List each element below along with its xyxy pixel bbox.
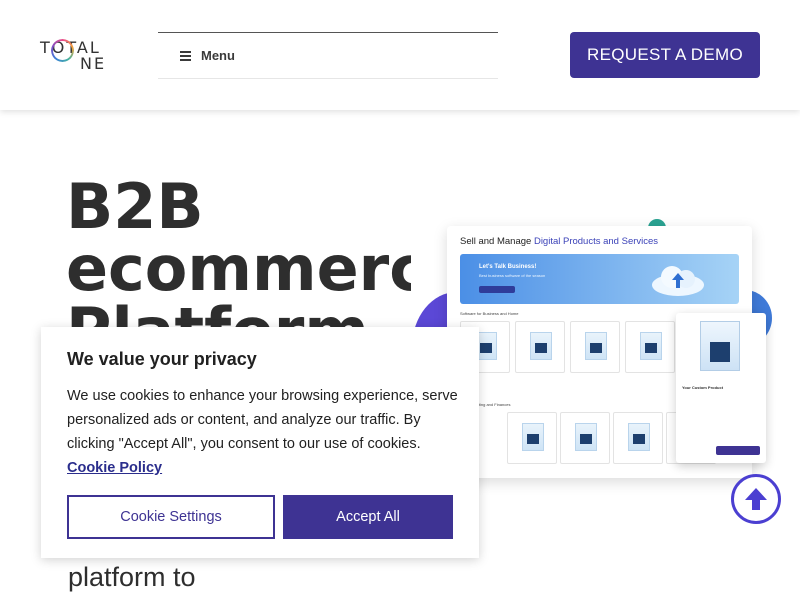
cookie-policy-link[interactable]: Cookie Policy [67,460,162,476]
hero-subtitle: platform to [68,562,196,592]
cookie-title: We value your privacy [67,349,257,369]
mockup-banner-sub: Best business software of the season [479,273,546,278]
hamburger-icon [180,51,191,61]
cookie-body-text: We use cookies to enhance your browsing … [67,388,458,452]
arrow-up-icon [745,488,767,510]
cloud-upload-icon [652,266,704,296]
mockup-product-card [625,321,675,373]
hero-title-line: ecommerce [66,232,411,305]
cookie-consent-banner: We value your privacy We use cookies to … [41,327,479,558]
logo-line2: NE [80,54,107,73]
cookie-body: We use cookies to enhance your browsing … [67,384,462,480]
request-demo-button[interactable]: REQUEST A DEMO [570,32,760,78]
mockup-row1-label: Software for Business and Home [460,311,519,316]
mockup-product-card [570,321,620,373]
scroll-to-top-button[interactable] [731,474,781,524]
mockup-popup-title: Your Custom Product [682,385,724,390]
mockup-product-card [613,412,663,464]
cookie-settings-button[interactable]: Cookie Settings [67,495,275,539]
mockup-product-box [700,321,740,371]
mockup-banner-heading: Let's Talk Business! [479,264,537,270]
mockup-banner: Let's Talk Business! Best business softw… [460,254,739,304]
mockup-product-card [507,412,557,464]
mockup-product-card [515,321,565,373]
mockup-product-popup: Your Custom Product [676,313,766,463]
logo-ring-icon [51,39,74,62]
mockup-banner-button [479,286,515,293]
accept-all-button[interactable]: Accept All [283,495,453,539]
mockup-title: Sell and Manage Digital Products and Ser… [460,236,659,247]
menu-toggle[interactable]: Menu [158,32,498,79]
logo[interactable]: TOTAL NE [40,38,115,73]
menu-label: Menu [201,48,235,63]
hero-title-line: B2B [66,176,204,243]
mockup-popup-button [716,446,760,455]
site-header: TOTAL NE Menu REQUEST A DEMO [0,0,800,110]
mockup-product-card [560,412,610,464]
